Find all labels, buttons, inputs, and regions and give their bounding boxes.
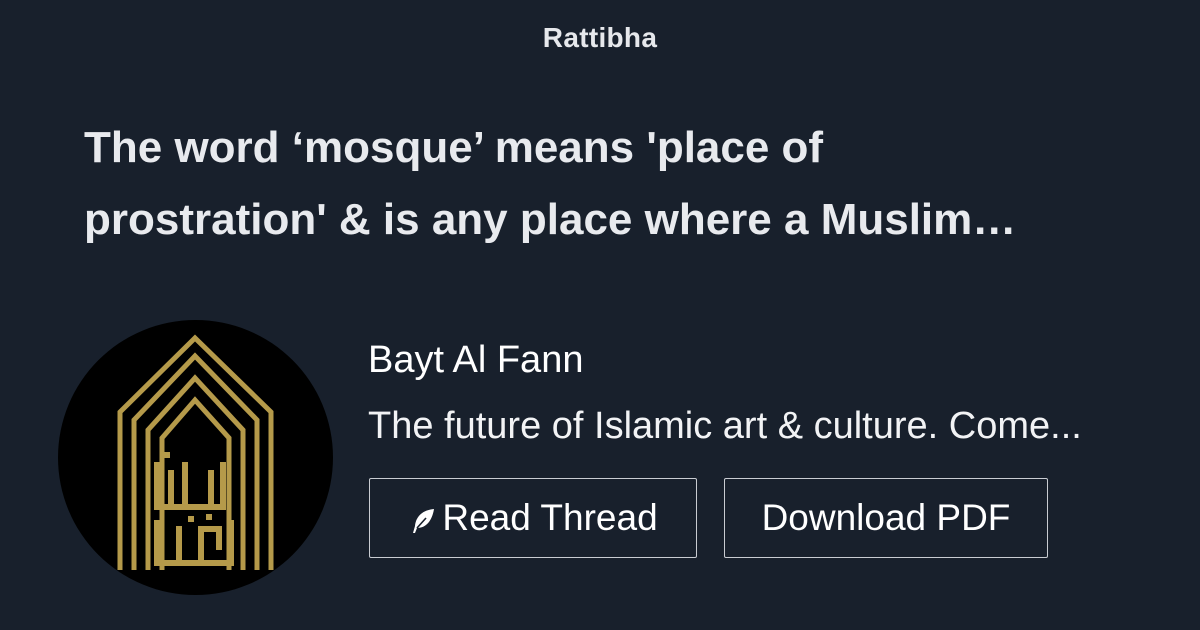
thread-title-line-1: The word ‘mosque’ means 'place of — [84, 123, 824, 172]
thread-title: The word ‘mosque’ means 'place of prostr… — [84, 112, 1114, 256]
author-avatar — [58, 320, 333, 595]
read-thread-button[interactable]: Read Thread — [369, 478, 697, 558]
thread-title-line-2: prostration' & is any place where a Musl… — [84, 195, 1017, 244]
author-name: Bayt Al Fann — [368, 339, 584, 381]
download-pdf-button[interactable]: Download PDF — [724, 478, 1048, 558]
download-pdf-label: Download PDF — [761, 497, 1011, 538]
bayt-al-fann-logo — [117, 334, 274, 570]
author-bio: The future of Islamic art & culture. Com… — [368, 405, 1082, 447]
read-thread-label: Read Thread — [442, 497, 658, 538]
brand-name: Rattibha — [542, 22, 658, 53]
feather-icon — [408, 506, 438, 536]
